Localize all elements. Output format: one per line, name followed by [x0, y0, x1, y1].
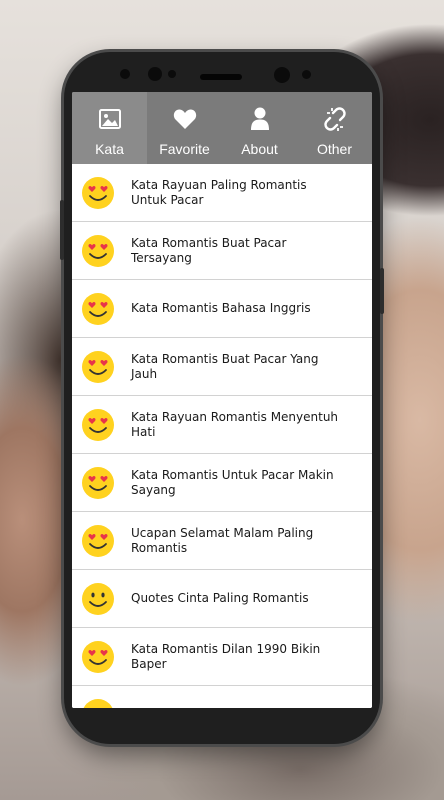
heart-eyes-emoji-icon: [82, 350, 114, 383]
tab-label: About: [241, 141, 278, 157]
tab-other[interactable]: Other: [297, 92, 372, 164]
article-list: Kata Rayuan Paling Romantis Untuk Pacar …: [72, 164, 372, 708]
image-icon: [98, 106, 121, 132]
tab-about[interactable]: About: [222, 92, 297, 164]
heart-eyes-emoji-icon: [82, 640, 114, 673]
list-item-title: Kata Romantis Dilan 1990 Bikin Baper: [131, 641, 321, 671]
heart-eyes-emoji-icon: [82, 466, 114, 499]
smiling-emoji-icon: [82, 582, 114, 615]
list-item-title: Kata Romantis Untuk Pacar Makin Sayang: [131, 467, 334, 497]
list-item[interactable]: Kata Romantis Dilan 1990 Bikin Baper: [72, 628, 372, 686]
tab-label: Favorite: [159, 141, 210, 157]
list-item-title: Kata Rayuan Romantis Menyentuh Hati: [131, 409, 339, 439]
volume-button: [60, 200, 64, 260]
tab-label: Other: [316, 141, 352, 157]
list-item[interactable]: Kata Romantis Bahasa Inggris: [72, 280, 372, 338]
heart-eyes-emoji-icon: [82, 524, 114, 557]
list-item-title: Quotes Cinta Paling Romantis: [131, 591, 309, 605]
earpiece: [200, 74, 242, 80]
person-icon: [250, 106, 270, 132]
list-item[interactable]: Kata Romantis Buat Pacar Yang Jauh: [72, 338, 372, 396]
sensor-dot: [168, 70, 176, 78]
list-item[interactable]: Quotes Cinta Paling Romantis: [72, 570, 372, 628]
list-item[interactable]: Kata Romantis Buat Pacar Tersayang: [72, 222, 372, 280]
list-item[interactable]: Kata Rayuan Romantis Menyentuh Hati: [72, 396, 372, 454]
list-item-title: Kata Romantis Buat Pacar Tersayang: [131, 235, 287, 265]
list-item[interactable]: Kata Rayuan Paling Romantis Untuk Pacar: [72, 164, 372, 222]
list-item-title: Ucapan Selamat Malam Paling Romantis: [131, 525, 314, 555]
heart-icon: [173, 106, 197, 132]
front-camera: [148, 67, 162, 81]
list-item-title: Kata Rayuan Paling Romantis Untuk Pacar: [131, 177, 307, 207]
tab-favorite[interactable]: Favorite: [147, 92, 222, 164]
heart-eyes-emoji-icon: [82, 234, 114, 267]
tab-kata[interactable]: Kata: [72, 92, 147, 164]
app-screen: Kata Favorite About Other Kata Rayuan Pa…: [72, 92, 372, 708]
power-button: [380, 268, 384, 314]
tab-label: Kata: [95, 141, 124, 157]
front-camera: [274, 67, 290, 83]
list-item[interactable]: [72, 686, 372, 708]
list-item[interactable]: Ucapan Selamat Malam Paling Romantis: [72, 512, 372, 570]
smiling-emoji-icon: [83, 699, 113, 708]
heart-eyes-emoji-icon: [82, 176, 114, 209]
broken-link-icon: [323, 106, 346, 132]
list-item-title: Kata Romantis Buat Pacar Yang Jauh: [131, 351, 319, 381]
list-item[interactable]: Kata Romantis Untuk Pacar Makin Sayang: [72, 454, 372, 512]
tab-bar: Kata Favorite About Other: [72, 92, 372, 164]
sensor-dot: [120, 69, 130, 79]
list-item-title: Kata Romantis Bahasa Inggris: [131, 301, 311, 315]
heart-eyes-emoji-icon: [82, 408, 114, 441]
heart-eyes-emoji-icon: [82, 292, 114, 325]
sensor-dot: [302, 70, 311, 79]
